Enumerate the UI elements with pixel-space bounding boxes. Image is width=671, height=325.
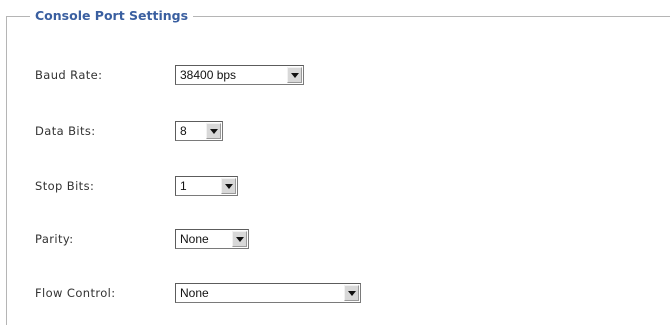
flow-control-select[interactable]: None <box>175 283 361 303</box>
baud-rate-select[interactable]: 38400 bps <box>175 65 304 85</box>
stop-bits-value: 1 <box>180 179 187 193</box>
baud-rate-value: 38400 bps <box>180 68 237 82</box>
chevron-down-icon[interactable] <box>232 231 247 247</box>
parity-label: Parity: <box>35 232 74 246</box>
chevron-down-icon[interactable] <box>287 67 302 83</box>
flow-control-value: None <box>180 286 209 300</box>
stop-bits-select[interactable]: 1 <box>175 176 238 196</box>
chevron-down-icon[interactable] <box>221 178 236 194</box>
fieldset-border-left <box>6 16 7 325</box>
parity-value: None <box>180 232 209 246</box>
data-bits-value: 8 <box>180 124 187 138</box>
stop-bits-label: Stop Bits: <box>35 179 95 193</box>
data-bits-label: Data Bits: <box>35 124 96 138</box>
flow-control-label: Flow Control: <box>35 286 116 300</box>
chevron-down-icon[interactable] <box>344 285 359 301</box>
fieldset-legend: Console Port Settings <box>30 7 194 25</box>
parity-select[interactable]: None <box>175 229 249 249</box>
chevron-down-icon[interactable] <box>206 123 221 139</box>
data-bits-select[interactable]: 8 <box>175 121 223 141</box>
baud-rate-label: Baud Rate: <box>35 68 103 82</box>
